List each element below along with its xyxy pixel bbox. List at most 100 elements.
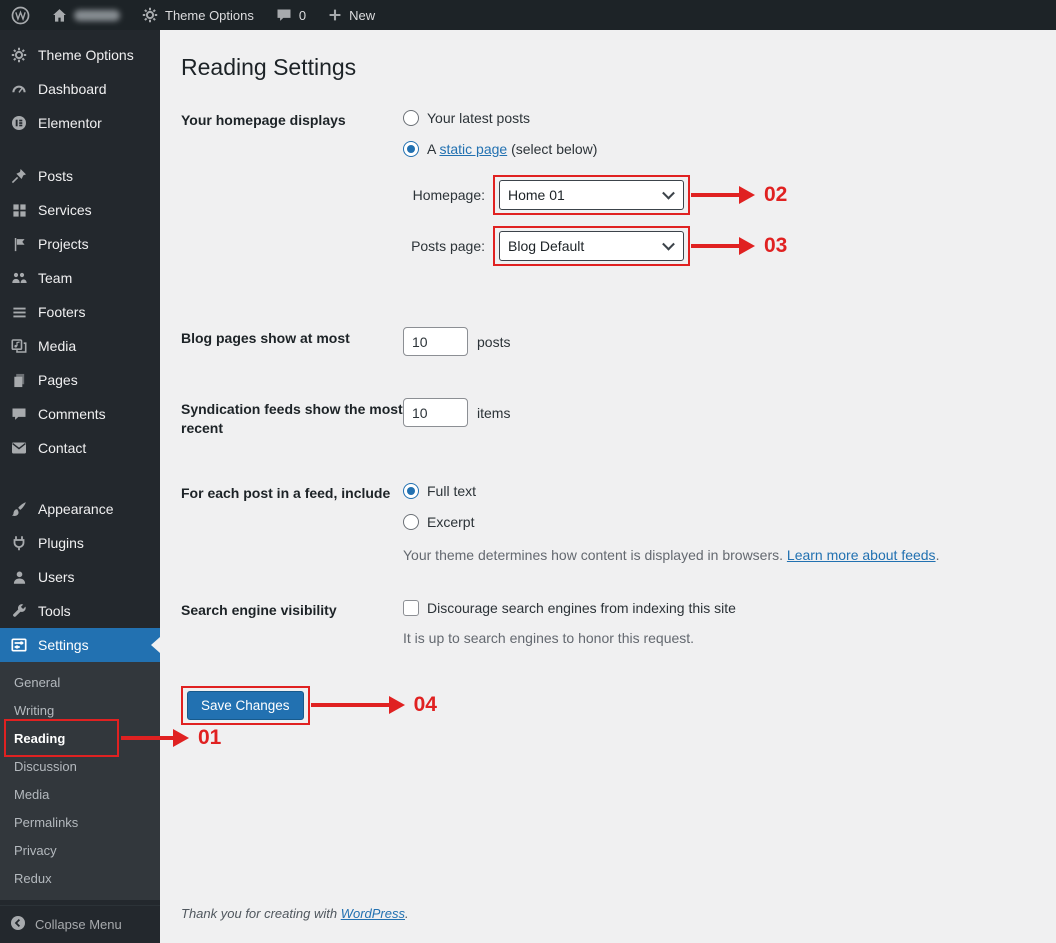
site-name-menu[interactable] — [41, 0, 131, 30]
topbar-new-label: New — [349, 7, 376, 23]
gear-icon — [142, 7, 158, 23]
search-visibility-note: It is up to search engines to honor this… — [403, 629, 695, 646]
sidebar-item-tools[interactable]: Tools — [0, 594, 160, 628]
posts-page-select-label: Posts page: — [411, 238, 485, 254]
comment-bubble-icon — [276, 8, 292, 23]
wordpress-footer-link[interactable]: WordPress — [341, 906, 405, 921]
sidebar-item-contact[interactable]: Contact — [0, 431, 160, 465]
save-changes-button[interactable]: Save Changes — [187, 690, 304, 720]
sidebar-item-projects[interactable]: Projects — [0, 227, 160, 261]
blog-pages-input[interactable] — [403, 327, 468, 356]
sidebar-item-footers[interactable]: Footers — [0, 295, 160, 329]
sidebar-item-elementor[interactable]: Elementor — [0, 106, 160, 140]
topbar-theme-options[interactable]: Theme Options — [131, 0, 265, 30]
collapse-menu-button[interactable]: Collapse Menu — [0, 905, 160, 943]
sidebar-item-label: Team — [38, 270, 73, 286]
homepage-select[interactable]: Home 01 — [499, 180, 684, 210]
submenu-item-media[interactable]: Media — [0, 780, 160, 808]
sidebar-item-appearance[interactable]: Appearance — [0, 492, 160, 526]
wordpress-logo-menu[interactable] — [0, 0, 41, 30]
admin-sidebar: Theme Options Dashboard Elementor Posts … — [0, 30, 221, 943]
sidebar-item-label: Services — [38, 202, 92, 218]
learn-more-feeds-link[interactable]: Learn more about feeds — [787, 547, 936, 563]
search-visibility-row: Search engine visibility Discourage sear… — [181, 599, 1036, 646]
submenu-label: General — [14, 674, 61, 690]
page-title: Reading Settings — [181, 54, 357, 80]
posts-page-select-row: Posts page: Blog Default 03 — [403, 226, 1036, 266]
search-visibility-label: Search engine visibility — [181, 601, 337, 618]
submenu-item-privacy[interactable]: Privacy — [0, 836, 160, 864]
latest-posts-label: Your latest posts — [427, 110, 530, 126]
topbar-comments[interactable]: 0 — [265, 0, 317, 30]
home-icon — [52, 8, 67, 23]
sidebar-item-media[interactable]: Media — [0, 329, 160, 363]
flag-icon — [10, 237, 28, 252]
sidebar-item-label: Settings — [38, 637, 89, 653]
plug-icon — [10, 535, 28, 551]
user-icon — [10, 570, 28, 585]
sidebar-item-settings[interactable]: Settings — [0, 628, 160, 662]
homepage-select-row: Homepage: Home 01 02 — [403, 175, 1036, 215]
grid-icon — [10, 203, 28, 218]
sidebar-item-dashboard[interactable]: Dashboard — [0, 72, 160, 106]
syndication-label: Syndication feeds show the most recent — [181, 401, 403, 436]
annotation-arrow-04: 04 — [310, 693, 437, 717]
syndication-input[interactable] — [403, 398, 468, 427]
blog-pages-row: Blog pages show at most posts — [181, 327, 1036, 356]
admin-top-bar: Theme Options 0 New — [0, 0, 1056, 30]
sidebar-item-label: Dashboard — [38, 81, 107, 97]
latest-posts-option: Your latest posts — [403, 109, 1036, 127]
sidebar-item-comments[interactable]: Comments — [0, 397, 160, 431]
feed-note: Your theme determines how content is dis… — [403, 546, 940, 563]
static-page-option: A static page (select below) — [403, 140, 1036, 158]
submenu-label: Reading — [14, 730, 66, 746]
menu-separator — [0, 140, 160, 159]
sidebar-item-label: Appearance — [38, 501, 114, 517]
sidebar-item-pages[interactable]: Pages — [0, 363, 160, 397]
posts-page-select[interactable]: Blog Default — [499, 231, 684, 261]
full-text-radio[interactable] — [403, 482, 419, 499]
excerpt-option: Excerpt — [403, 513, 1036, 531]
sidebar-item-label: Contact — [38, 440, 87, 456]
discourage-option: Discourage search engines from indexing … — [403, 599, 1036, 617]
syndication-row: Syndication feeds show the most recent i… — [181, 398, 1036, 438]
homepage-displays-label: Your homepage displays — [181, 112, 346, 128]
excerpt-radio[interactable] — [403, 513, 419, 530]
dashboard-gauge-icon — [10, 81, 28, 97]
comments-count: 0 — [298, 7, 307, 23]
sidebar-item-label: Comments — [38, 406, 106, 422]
static-page-radio[interactable] — [403, 141, 419, 157]
elementor-icon — [10, 115, 28, 131]
sidebar-item-team[interactable]: Team — [0, 261, 160, 295]
sidebar-item-posts[interactable]: Posts — [0, 159, 160, 193]
submenu-item-reading[interactable]: Reading 01 — [0, 719, 221, 757]
posts-page-select-wrap: Blog Default — [499, 231, 684, 261]
submenu-item-general[interactable]: General — [0, 668, 160, 696]
collapse-menu-label: Collapse Menu — [35, 917, 122, 932]
sidebar-item-plugins[interactable]: Plugins — [0, 526, 160, 560]
annotation-arrow-03: 03 — [691, 234, 787, 258]
homepage-select-label: Homepage: — [412, 187, 485, 203]
annotation-box-04: Save Changes 04 — [181, 685, 437, 725]
latest-posts-radio[interactable] — [403, 110, 419, 126]
save-row: Save Changes 04 — [181, 685, 1036, 725]
sidebar-item-label: Pages — [38, 372, 78, 388]
submenu-item-redux[interactable]: Redux — [0, 864, 160, 892]
static-page-link[interactable]: static page — [439, 141, 507, 157]
topbar-new[interactable]: New — [317, 0, 386, 30]
pushpin-icon — [10, 168, 28, 184]
sidebar-item-users[interactable]: Users — [0, 560, 160, 594]
full-text-label: Full text — [427, 482, 477, 499]
sidebar-item-theme-options[interactable]: Theme Options — [0, 38, 160, 72]
sidebar-item-services[interactable]: Services — [0, 193, 160, 227]
discourage-checkbox[interactable] — [403, 599, 419, 616]
submenu-item-permalinks[interactable]: Permalinks — [0, 808, 160, 836]
annotation-number: 02 — [764, 183, 788, 206]
settings-submenu: General Writing Reading 01 Discussion Me… — [0, 662, 221, 900]
submenu-label: Writing — [14, 702, 55, 718]
collapse-arrow-icon — [10, 915, 26, 934]
submenu-item-writing[interactable]: Writing — [0, 696, 160, 724]
gear-icon — [10, 47, 28, 63]
sidebar-item-label: Footers — [38, 304, 86, 320]
submenu-item-discussion[interactable]: Discussion — [0, 752, 160, 780]
